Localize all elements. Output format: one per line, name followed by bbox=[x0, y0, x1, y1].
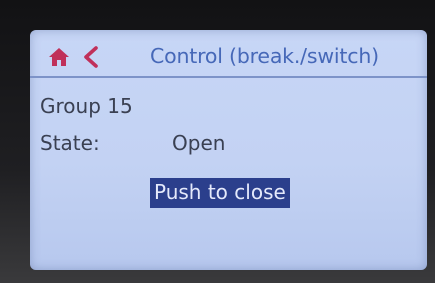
chevron-left-icon[interactable] bbox=[82, 46, 100, 68]
state-label: State: bbox=[40, 131, 100, 155]
device-bezel: Control (break./switch) Group 15 State: … bbox=[0, 0, 435, 283]
page-title: Control (break./switch) bbox=[150, 44, 379, 68]
push-to-close-button[interactable]: Push to close bbox=[150, 178, 290, 208]
lcd-screen: Control (break./switch) Group 15 State: … bbox=[30, 30, 427, 270]
group-label: Group 15 bbox=[40, 94, 133, 118]
header-divider bbox=[30, 76, 427, 78]
header-bar: Control (break./switch) bbox=[36, 42, 421, 72]
state-value: Open bbox=[172, 131, 226, 155]
home-icon[interactable] bbox=[48, 47, 70, 67]
